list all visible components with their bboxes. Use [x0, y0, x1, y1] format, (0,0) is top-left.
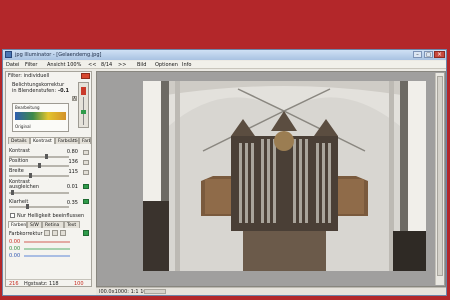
maximize-button[interactable]: □: [424, 51, 433, 58]
rgb-blue-slider[interactable]: [24, 255, 70, 257]
reset-ausgleichen-icon[interactable]: [83, 184, 89, 189]
histogram-processed: [15, 112, 66, 120]
reset-position-icon[interactable]: [83, 160, 89, 165]
image-viewport[interactable]: [96, 71, 446, 287]
slider-kontrast-knob[interactable]: [45, 154, 48, 159]
exposure-vertical-slider[interactable]: [78, 82, 89, 128]
filter-header: Filter: individuell: [8, 73, 50, 79]
slider-breite[interactable]: [9, 175, 69, 177]
slider-red-cap: [81, 87, 86, 95]
reset-color-icon[interactable]: [83, 230, 89, 236]
exposure-sub: in Blendenstufen:: [12, 88, 57, 94]
slider-position-knob[interactable]: [38, 163, 41, 168]
tab-farbsaettigung[interactable]: Farbsättigung: [55, 137, 79, 144]
title-bar[interactable]: jpg Illuminator - [Gelaendemg.jpg] – □ ×: [3, 50, 446, 60]
brightness-checkbox[interactable]: [10, 213, 15, 218]
subtab-sw[interactable]: S/W: [27, 221, 42, 228]
organ-photo: [143, 81, 426, 271]
slider-knob[interactable]: [81, 110, 86, 114]
rgb-green-slider[interactable]: [24, 248, 70, 250]
slider-label-kontrast-ausgleichen: Kontrast ausgleichen: [9, 179, 40, 190]
subtab-retina[interactable]: Retina: [42, 221, 64, 228]
scrollbar-thumb[interactable]: [437, 76, 443, 276]
color-picker-icon[interactable]: [44, 230, 50, 236]
menu-info[interactable]: Info: [182, 62, 191, 68]
organ-photo-graphic: [143, 81, 426, 271]
reset-kontrast-icon[interactable]: [83, 150, 89, 155]
app-icon: [5, 51, 12, 58]
tab-details[interactable]: Details: [8, 137, 30, 144]
panel-footer: 216 Hgstsatz: 118 100: [6, 279, 91, 287]
footer-right: 100: [74, 281, 84, 287]
slider-kontrast-ausgleichen[interactable]: [9, 192, 69, 194]
exposure-value: -0.1: [58, 88, 69, 94]
tab-kontrast[interactable]: Kontrast: [30, 137, 55, 144]
menu-datei[interactable]: Datei: [6, 62, 19, 68]
window-title: jpg Illuminator - [Gelaendemg.jpg]: [15, 52, 102, 58]
menu-optionen[interactable]: Optionen: [155, 62, 178, 68]
menu-bar: Datei Filter Ansicht 100% << 8/14 >> Bil…: [3, 61, 446, 69]
menu-ansicht[interactable]: Ansicht 100%: [47, 62, 81, 68]
slider-kontrast-ausgleichen-knob[interactable]: [11, 190, 14, 195]
color-correction-label: Farbkorrektur: [9, 231, 43, 237]
next-image-button[interactable]: >>: [118, 62, 126, 68]
subtab-farben[interactable]: Farben: [8, 221, 27, 228]
eyedropper-icon[interactable]: [52, 230, 58, 236]
adjustment-panel: Filter: individuell Belichtungskorrektur…: [5, 71, 92, 287]
footer-mid: Hgstsatz: 118: [24, 281, 59, 287]
minimize-button[interactable]: –: [413, 51, 422, 58]
slider-klarheit-knob[interactable]: [26, 204, 29, 209]
reset-icon[interactable]: [81, 73, 90, 79]
rgb-red-value: 0.00: [9, 239, 21, 245]
rgb-red-slider[interactable]: [24, 241, 70, 243]
slider-value-kontrast-ausgleichen: 0.01: [66, 184, 78, 190]
vertical-scrollbar[interactable]: [435, 73, 444, 285]
status-bar: I00.0x1000: 1:1 100%: [96, 287, 446, 295]
slider-breite-knob[interactable]: [29, 173, 32, 178]
subtab-bar: Farben S/W Retina Text: [8, 221, 91, 228]
image-counter: 8/14: [101, 62, 113, 68]
reset-klarheit-icon[interactable]: [83, 199, 89, 204]
menu-filter[interactable]: Filter: [25, 62, 37, 68]
slider-klarheit[interactable]: [9, 206, 69, 208]
subtab-text[interactable]: Text: [64, 221, 80, 228]
slider-value-kontrast: 0.80: [66, 149, 78, 155]
slider-label-breite: Breite: [9, 168, 24, 174]
rgb-green-value: 0.00: [9, 246, 21, 252]
prev-image-button[interactable]: <<: [88, 62, 96, 68]
tab-bar: Details Kontrast Farbsättigung Farbe: [8, 137, 91, 144]
tab-farbe[interactable]: Farbe: [79, 137, 91, 144]
brush-icon[interactable]: [60, 230, 66, 236]
menu-bild[interactable]: Bild: [137, 62, 146, 68]
app-window: jpg Illuminator - [Gelaendemg.jpg] – □ ×…: [2, 49, 447, 296]
footer-left: 216: [9, 281, 19, 287]
slider-value-breite: 115: [68, 169, 78, 175]
exposure-a-button[interactable]: A: [72, 96, 77, 101]
slider-label-kontrast: Kontrast: [9, 148, 30, 154]
checkbox-label: Nur Helligkeit beeinflussen: [17, 213, 85, 219]
histogram-label-bottom: Original: [15, 124, 31, 129]
slider-value-klarheit: 0.35: [66, 200, 78, 206]
histogram-label-top: Bearbeitung: [15, 105, 40, 110]
histogram: Bearbeitung Original: [12, 103, 69, 132]
rgb-blue-value: 0.00: [9, 253, 21, 259]
status-progress: [144, 289, 166, 294]
slider-value-position: 136: [68, 159, 78, 165]
slider-label-position: Position: [9, 158, 29, 164]
reset-breite-icon[interactable]: [83, 170, 89, 175]
close-button[interactable]: ×: [434, 51, 445, 58]
